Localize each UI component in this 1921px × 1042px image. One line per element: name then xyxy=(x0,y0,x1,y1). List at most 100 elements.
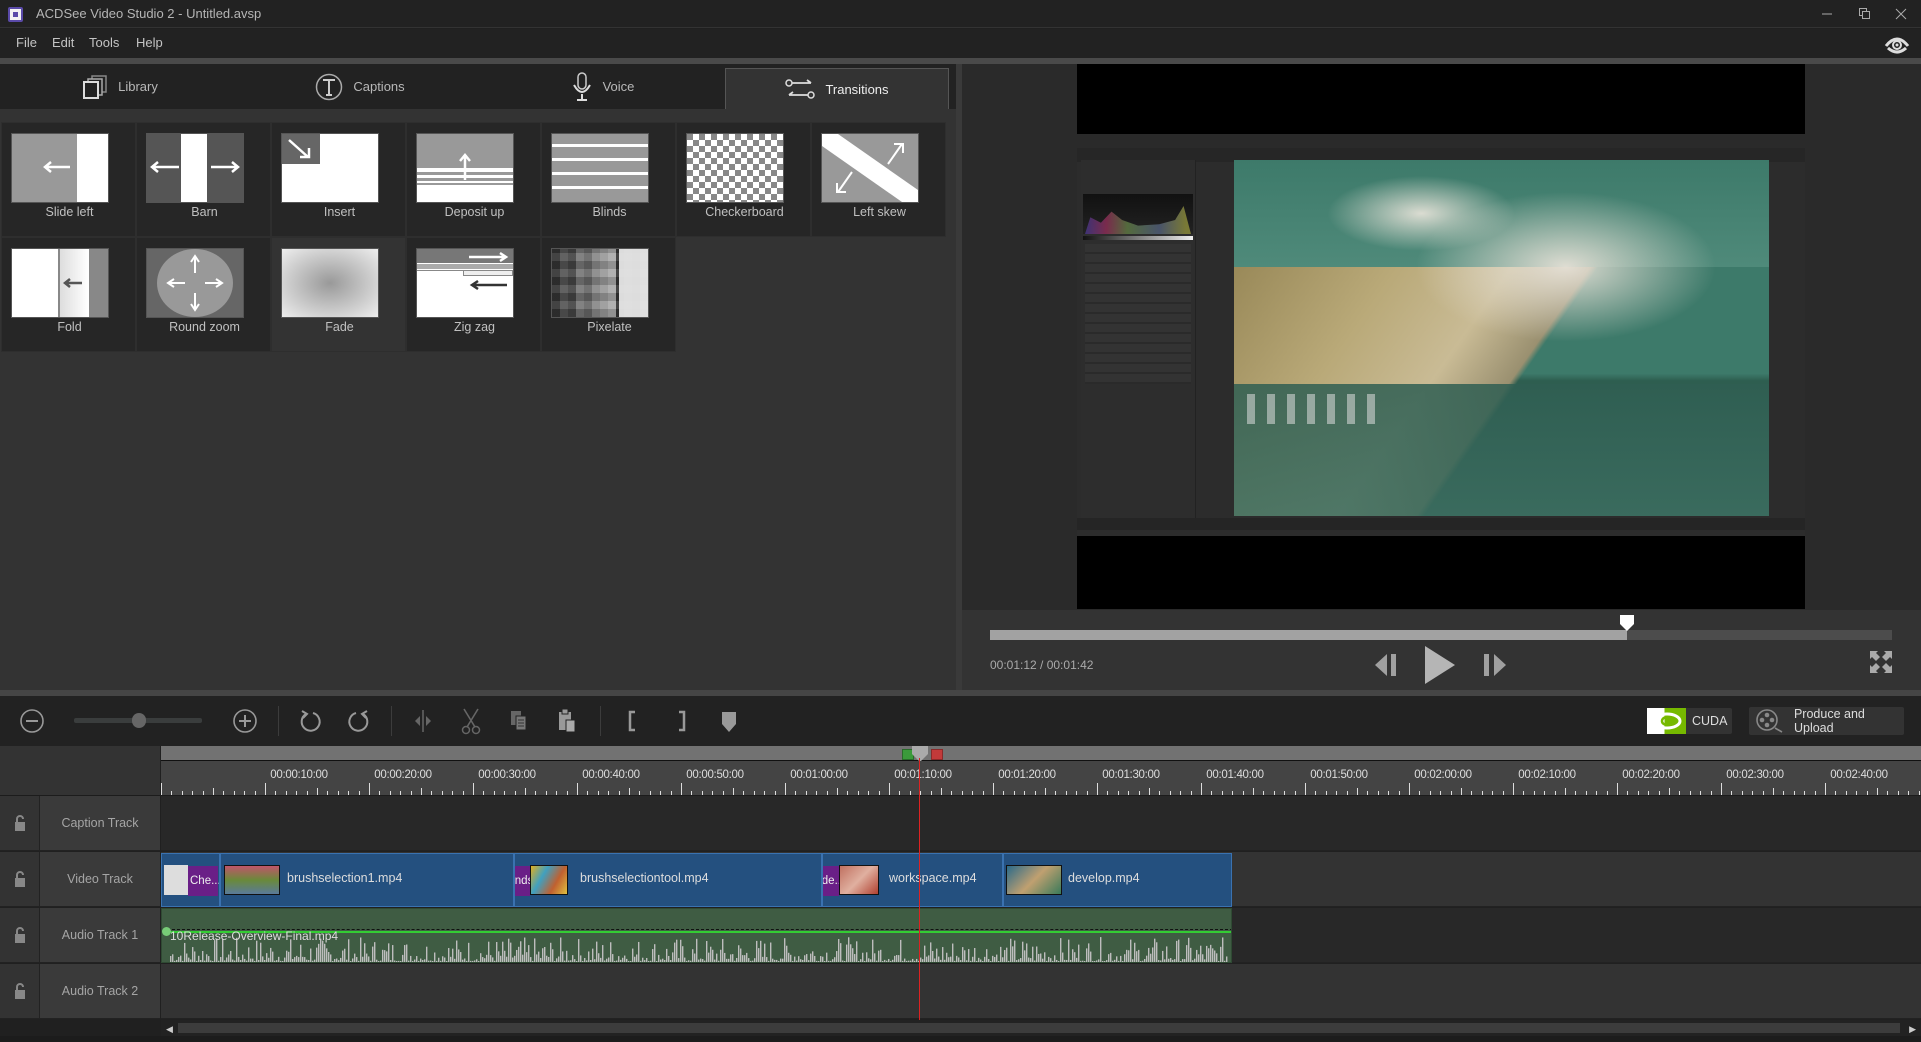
zoom-in-button[interactable] xyxy=(230,706,260,736)
transition-fold[interactable]: Fold xyxy=(1,237,136,352)
ruler-tick xyxy=(951,791,953,795)
waveform-bar xyxy=(346,959,348,962)
tab-captions[interactable]: Captions xyxy=(240,64,480,109)
timeline-scroll-thumb[interactable] xyxy=(178,1023,1900,1033)
waveform-bar xyxy=(736,957,738,962)
audio-track-1-lock[interactable] xyxy=(0,908,40,963)
mark-out-handle[interactable] xyxy=(931,749,943,760)
waveform-bar xyxy=(996,954,998,962)
next-frame-button[interactable] xyxy=(1480,650,1512,680)
caption-track-lane[interactable] xyxy=(161,796,1921,851)
cuda-button[interactable]: CUDA xyxy=(1647,708,1732,734)
seek-handle[interactable] xyxy=(1619,614,1635,632)
waveform-bar xyxy=(970,960,972,962)
waveform-bar xyxy=(664,960,666,962)
waveform-bar xyxy=(940,959,942,962)
redo-button[interactable] xyxy=(344,706,374,736)
video-clip[interactable]: Che... xyxy=(161,853,220,907)
transition-badge[interactable]: Che... xyxy=(188,866,219,896)
time-ruler[interactable]: 00:00:10:00 00:00:20:00 00:00:30:00 00:00:4… xyxy=(161,761,1921,796)
fullscreen-button[interactable] xyxy=(1869,650,1893,674)
waveform-bar xyxy=(186,953,188,962)
scroll-left-icon[interactable]: ◀ xyxy=(166,1024,173,1035)
video-clip[interactable]: brushselection1.mp4 xyxy=(220,853,514,907)
waveform-bar xyxy=(1224,960,1226,962)
produce-and-upload-button[interactable]: Produce and Upload xyxy=(1749,707,1904,735)
play-icon xyxy=(1425,646,1455,684)
mark-out-button[interactable] xyxy=(667,706,697,736)
waveform-bar xyxy=(432,961,434,962)
copy-button[interactable] xyxy=(504,706,534,736)
transition-round-zoom[interactable]: Round zoom xyxy=(136,237,271,352)
scrub-bar[interactable] xyxy=(161,746,1921,762)
waveform-bar xyxy=(572,955,574,962)
zoom-out-button[interactable] xyxy=(17,706,47,736)
waveform-bar xyxy=(394,960,396,962)
previous-frame-button[interactable] xyxy=(1371,650,1403,680)
menu-file[interactable]: File xyxy=(16,35,37,50)
waveform-bar xyxy=(314,959,316,962)
video-clip[interactable]: develop.mp4 xyxy=(1003,853,1232,907)
waveform-bar xyxy=(776,959,778,962)
waveform-bar xyxy=(242,954,244,962)
transition-deposit-up[interactable]: Deposit up xyxy=(406,122,541,237)
video-clip[interactable]: Slide... workspace.mp4 xyxy=(822,853,1003,907)
transition-barn[interactable]: Barn xyxy=(136,122,271,237)
caption-track-lock[interactable] xyxy=(0,796,40,851)
waveform-bar xyxy=(948,957,950,962)
close-button[interactable] xyxy=(1878,0,1921,28)
playhead-handle[interactable] xyxy=(911,746,929,762)
ruler-label: 00:02:30:00 xyxy=(1726,769,1784,781)
waveform-bar xyxy=(208,956,210,962)
paste-button[interactable] xyxy=(552,706,582,736)
audio-track-2-lock[interactable] xyxy=(0,964,40,1019)
audio-track-2-lane[interactable] xyxy=(161,964,1921,1019)
ruler-tick xyxy=(1055,791,1057,795)
menu-edit[interactable]: Edit xyxy=(52,35,74,50)
undo-button[interactable] xyxy=(295,706,325,736)
waveform-bar xyxy=(234,960,236,962)
waveform-bar xyxy=(646,957,648,962)
menu-tools[interactable]: Tools xyxy=(89,35,119,50)
waveform-bar xyxy=(628,960,630,962)
transition-slide-left[interactable]: Slide left xyxy=(1,122,136,237)
waveform-bar xyxy=(946,952,948,962)
transition-pixelate[interactable]: Pixelate xyxy=(541,237,676,352)
waveform-bar xyxy=(562,951,564,962)
transition-blinds[interactable]: Blinds xyxy=(541,122,676,237)
play-button[interactable] xyxy=(1421,644,1457,686)
scroll-right-icon[interactable]: ▶ xyxy=(1909,1024,1916,1035)
waveform-bar xyxy=(914,960,916,962)
mark-in-button[interactable] xyxy=(617,706,647,736)
waveform-bar xyxy=(1202,954,1204,962)
ruler-tick xyxy=(400,791,402,795)
waveform-bar xyxy=(828,960,830,962)
ruler-tick xyxy=(649,791,651,795)
waveform-bar xyxy=(842,960,844,962)
ruler-tick xyxy=(868,791,870,795)
split-button[interactable] xyxy=(408,706,438,736)
ruler-label: 00:01:30:00 xyxy=(1102,769,1160,781)
waveform-bar xyxy=(724,952,726,962)
video-track-lock[interactable] xyxy=(0,852,40,907)
waveform-bar xyxy=(636,954,638,962)
preview-eye-icon[interactable] xyxy=(1884,34,1910,54)
add-marker-button[interactable] xyxy=(714,706,744,736)
cut-button[interactable] xyxy=(456,706,486,736)
tab-voice[interactable]: Voice xyxy=(480,64,725,109)
ruler-tick xyxy=(1689,791,1691,795)
transition-insert[interactable]: Insert xyxy=(271,122,406,237)
tab-transitions[interactable]: Transitions xyxy=(725,68,949,109)
timeline-zoom-handle[interactable] xyxy=(132,713,146,728)
waveform-bar xyxy=(600,957,602,962)
transition-badge[interactable]: Blinds xyxy=(515,866,533,896)
transition-fade[interactable]: Fade xyxy=(271,237,406,352)
transition-left-skew[interactable]: Left skew xyxy=(811,122,946,237)
transition-checkerboard[interactable]: Checkerboard xyxy=(676,122,811,237)
tab-library[interactable]: Library xyxy=(0,64,240,109)
video-clip[interactable]: Blinds brushselectiontool.mp4 xyxy=(514,853,822,907)
menu-help[interactable]: Help xyxy=(136,35,163,50)
transition-badge[interactable]: Slide... xyxy=(823,866,844,896)
ruler-tick xyxy=(514,791,516,795)
transition-zig-zag[interactable]: Zig zag xyxy=(406,237,541,352)
